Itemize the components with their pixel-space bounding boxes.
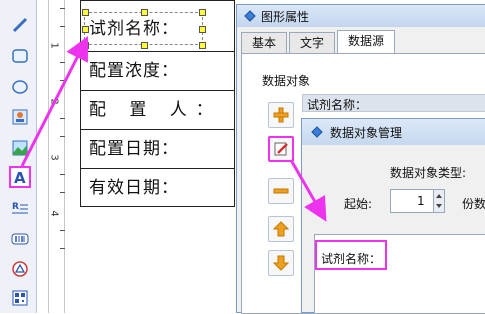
annotation-arrows	[20, 35, 327, 222]
